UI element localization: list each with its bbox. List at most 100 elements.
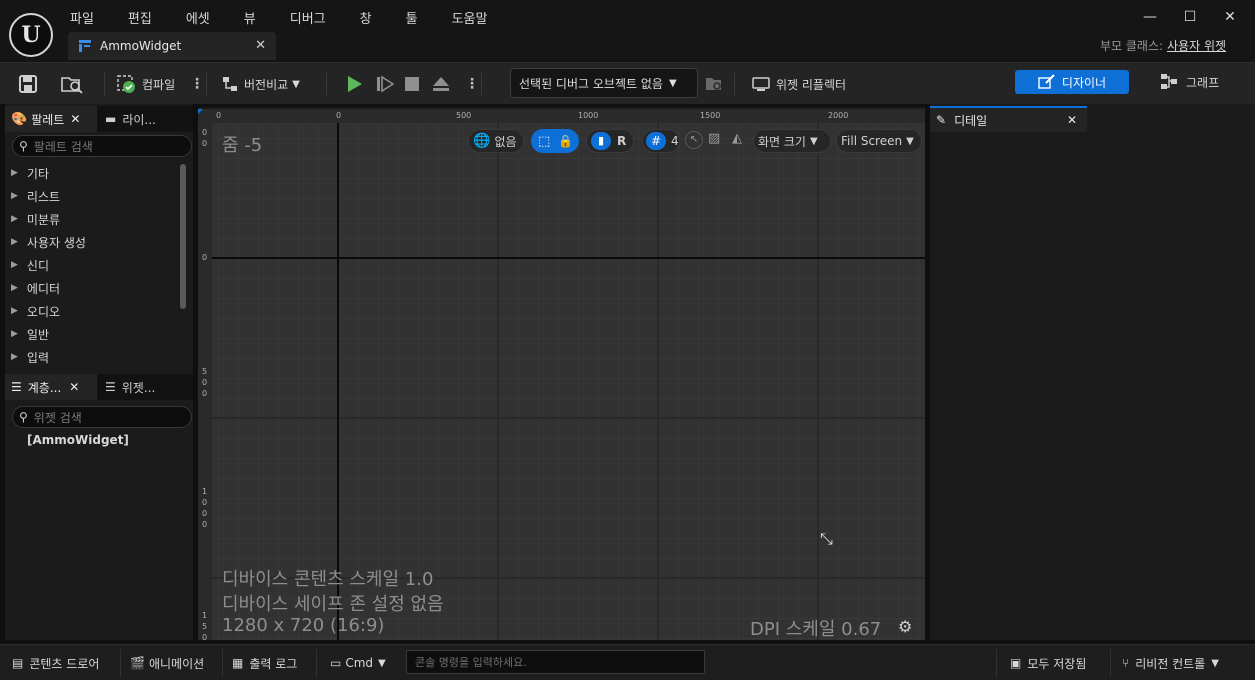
animation-button[interactable]: 🎬 애니메이션 <box>130 653 204 673</box>
designer-canvas[interactable]: 0 0 500 1000 1500 2000 0 0 0 5 0 0 1 0 0… <box>198 107 925 640</box>
maximize-icon[interactable]: ☐ <box>1170 9 1210 25</box>
tab-library[interactable]: ▬ 라이... <box>99 106 193 132</box>
pencil-icon: ✎ <box>936 113 947 127</box>
terminal-icon: ▭ <box>330 656 342 670</box>
menu-view[interactable]: 뷰 <box>244 8 268 27</box>
title-bar: U 파일 편집 에셋 뷰 디버그 창 툴 도움말 AmmoWidget ✕ — … <box>0 0 1255 62</box>
content-drawer-button[interactable]: ▤ 콘텐츠 드로어 <box>12 653 99 673</box>
diff-button[interactable]: 버전비교 ▼ <box>220 71 300 97</box>
play-options-button[interactable]: ⋮ <box>465 71 479 97</box>
palette-search-input[interactable]: ⚲ 팔레트 검색 <box>12 135 192 157</box>
palette-icon: 🎨 <box>11 111 28 127</box>
palette-category[interactable]: ▶ 리스트 <box>11 187 60 205</box>
palette-category[interactable]: ▶ 미분류 <box>11 210 60 228</box>
image-icon[interactable]: ▨ <box>708 131 720 146</box>
pointer-icon[interactable]: ↖ <box>685 131 703 149</box>
menu-edit[interactable]: 편집 <box>128 8 164 27</box>
tab-palette[interactable]: 🎨 팔레트 ✕ <box>5 106 97 132</box>
eject-button[interactable] <box>431 71 451 97</box>
widget-search-input[interactable]: ⚲ 위젯 검색 <box>12 406 192 428</box>
ruler-label: 1500 <box>700 111 721 120</box>
palette-category[interactable]: ▶ 입력 <box>11 348 49 366</box>
document-tab-label: AmmoWidget <box>100 39 182 53</box>
ruler-label: 5 <box>202 367 208 376</box>
close-icon[interactable]: ✕ <box>69 380 79 394</box>
console-input[interactable]: 콘솔 명령을 입력하세요. <box>406 650 705 674</box>
close-icon[interactable]: ✕ <box>255 38 266 53</box>
palette-category[interactable]: ▶ 신디 <box>11 256 49 274</box>
r-label: R <box>617 134 627 148</box>
palette-category[interactable]: ▶ 사용자 생성 <box>11 233 86 251</box>
dpi-settings-gear-icon[interactable]: ⚙ <box>898 617 912 636</box>
ruler-label: 0 <box>202 253 208 262</box>
palette-scrollbar[interactable] <box>180 164 186 309</box>
menu-debug[interactable]: 디버그 <box>290 8 338 27</box>
designer-mode-button[interactable]: 디자이너 <box>1015 70 1129 94</box>
resize-arrows-icon[interactable]: ⤡ <box>820 529 833 549</box>
close-window-icon[interactable]: ✕ <box>1210 9 1250 25</box>
graph-mode-button[interactable]: 그래프 <box>1160 70 1219 94</box>
revision-control-dropdown[interactable]: ⑂ 리비전 컨트롤 ▼ <box>1122 653 1219 673</box>
palette-category-label: 미분류 <box>26 212 61 227</box>
fill-screen-dropdown[interactable]: Fill Screen ▼ <box>836 129 922 153</box>
palette-category-label: 에디터 <box>26 281 61 296</box>
chevron-down-icon: ▼ <box>1211 657 1219 669</box>
minimize-icon[interactable]: — <box>1130 9 1170 25</box>
screen-size-dropdown[interactable]: 화면 크기 ▼ <box>753 129 831 153</box>
step-button[interactable] <box>376 71 394 97</box>
resolution-info: 1280 x 720 (16:9) <box>222 615 385 636</box>
stop-button[interactable] <box>404 71 420 97</box>
debug-object-select[interactable]: 선택된 디버그 오브젝트 없음 ▼ <box>510 68 698 98</box>
browse-button[interactable] <box>60 71 84 97</box>
close-icon[interactable]: ✕ <box>70 112 80 126</box>
palette-category[interactable]: ▶ 일반 <box>11 325 49 343</box>
localize-button[interactable]: 🌐 없음 <box>468 129 524 153</box>
tab-hierarchy-label: 계층... <box>27 380 62 395</box>
save-all-button[interactable]: ▣ 모두 저장됨 <box>1010 653 1086 673</box>
unreal-logo-icon[interactable]: U <box>9 13 53 57</box>
widget-search-placeholder: 위젯 검색 <box>33 410 82 425</box>
play-button[interactable] <box>346 71 364 97</box>
menu-file[interactable]: 파일 <box>70 8 106 27</box>
debug-browse-button[interactable] <box>705 71 723 97</box>
palette-category[interactable]: ▶ 에디터 <box>11 279 60 297</box>
widget-reflector-button[interactable]: 위젯 리플렉터 <box>752 71 846 97</box>
tab-bind-widgets[interactable]: ☰ 위젯... <box>99 374 193 400</box>
cmd-dropdown[interactable]: ▭ Cmd ▼ <box>330 653 386 673</box>
palette-category[interactable]: ▶ 기타 <box>11 164 49 182</box>
tab-bind-widgets-label: 위젯... <box>121 380 156 395</box>
menu-help[interactable]: 도움말 <box>452 8 500 27</box>
left-panels: 🎨 팔레트 ✕ ▬ 라이... ⚲ 팔레트 검색 ▶ 기타 ▶ 리스트 ▶ 미분류 ▶… <box>5 104 193 640</box>
render-transform-toggle[interactable]: ▮ R <box>586 129 634 153</box>
save-button[interactable] <box>18 71 38 97</box>
graph-icon <box>1161 74 1177 89</box>
menu-asset[interactable]: 에셋 <box>186 8 222 27</box>
compile-status-icon <box>117 75 135 93</box>
menu-window[interactable]: 창 <box>360 8 384 27</box>
device-content-scale: 디바이스 콘텐츠 스케일 1.0 <box>222 569 434 590</box>
step-icon <box>377 75 394 93</box>
grid-snap-toggle[interactable]: # 4 <box>642 129 680 153</box>
mirror-icon[interactable]: ◭ <box>732 131 742 146</box>
palette-tab-bar: 🎨 팔레트 ✕ ▬ 라이... <box>5 106 193 132</box>
chevron-down-icon: ▼ <box>378 657 386 669</box>
respect-locks-toggle[interactable]: ⬚ 🔒 <box>531 129 579 153</box>
separator <box>206 73 207 95</box>
compile-button[interactable]: 컴파일 <box>116 71 175 97</box>
ruler-label: 0 <box>202 520 208 529</box>
palette-category[interactable]: ▶ 오디오 <box>11 302 60 320</box>
menu-tools[interactable]: 툴 <box>406 8 430 27</box>
document-tab[interactable]: AmmoWidget ✕ <box>68 32 276 60</box>
parent-class-link[interactable]: 사용자 위젯 <box>1167 39 1226 53</box>
hierarchy-root-item[interactable]: [AmmoWidget] <box>27 433 129 447</box>
ruler-label: 0 <box>202 128 208 137</box>
output-log-button[interactable]: ▦ 출력 로그 <box>232 653 297 673</box>
tab-hierarchy[interactable]: ☰ 계층... ✕ <box>5 374 97 400</box>
browse-icon <box>61 77 83 94</box>
separator <box>316 649 317 677</box>
dpi-scale: DPI 스케일 0.67 <box>750 619 882 640</box>
compile-options-button[interactable]: ⋮ <box>190 71 204 97</box>
palette-search-placeholder: 팔레트 검색 <box>33 139 93 154</box>
close-icon[interactable]: ✕ <box>1067 113 1077 127</box>
tab-details[interactable]: ✎ 디테일 ✕ <box>930 106 1087 132</box>
